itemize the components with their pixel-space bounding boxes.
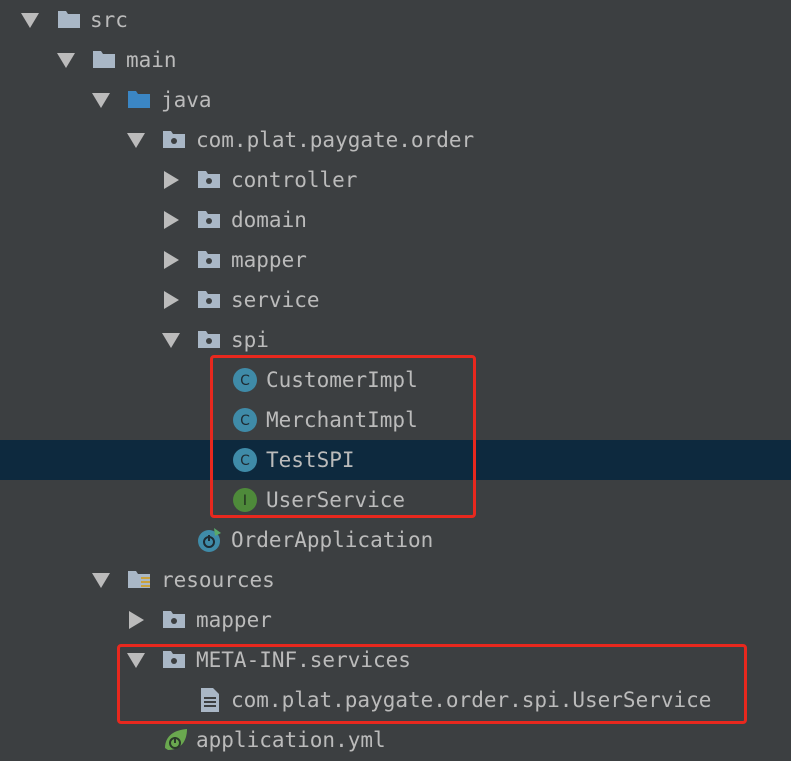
tree-row-res-mapper[interactable]: mapper xyxy=(0,600,791,640)
tree-row-mapper[interactable]: mapper xyxy=(0,240,791,280)
spring-boot-app-icon xyxy=(198,528,221,552)
tree-label-resources: resources xyxy=(161,568,275,592)
expand-arrow-icon[interactable] xyxy=(21,13,39,28)
collapse-arrow-icon[interactable] xyxy=(164,171,179,189)
collapse-arrow-icon[interactable] xyxy=(164,251,179,269)
tree-row-package[interactable]: com.plat.paygate.order xyxy=(0,120,791,160)
tree-label-controller: controller xyxy=(231,168,358,192)
tree-row-order-application[interactable]: OrderApplication xyxy=(0,520,791,560)
highlight-box-spi-classes xyxy=(210,355,476,518)
package-folder-icon xyxy=(198,291,220,308)
tree-label-package: com.plat.paygate.order xyxy=(196,128,475,152)
tree-label-application-yml: application.yml xyxy=(196,728,386,752)
package-folder-icon xyxy=(198,171,220,188)
resources-root-folder-icon xyxy=(128,571,150,588)
source-root-folder-icon xyxy=(128,91,150,108)
collapse-arrow-icon[interactable] xyxy=(164,211,179,229)
tree-row-spi[interactable]: spi xyxy=(0,320,791,360)
expand-arrow-icon[interactable] xyxy=(92,93,110,108)
expand-arrow-icon[interactable] xyxy=(57,53,75,68)
package-folder-icon xyxy=(163,611,185,628)
tree-label-order-application: OrderApplication xyxy=(231,528,434,552)
tree-row-resources[interactable]: resources xyxy=(0,560,791,600)
tree-row-src[interactable]: src xyxy=(0,0,791,40)
collapse-arrow-icon[interactable] xyxy=(129,611,144,629)
spring-leaf-icon xyxy=(165,729,187,750)
tree-label-src: src xyxy=(90,8,128,32)
tree-label-domain: domain xyxy=(231,208,307,232)
tree-label-java: java xyxy=(161,88,212,112)
package-folder-icon xyxy=(198,251,220,268)
tree-label-res-mapper: mapper xyxy=(196,608,272,632)
tree-row-domain[interactable]: domain xyxy=(0,200,791,240)
folder-icon xyxy=(93,51,115,68)
tree-label-spi: spi xyxy=(231,328,269,352)
tree-label-main: main xyxy=(126,48,177,72)
project-tree: src main java com.plat.paygate.order con… xyxy=(0,0,791,761)
folder-icon xyxy=(58,11,80,28)
tree-row-service[interactable]: service xyxy=(0,280,791,320)
package-folder-icon xyxy=(198,331,220,348)
tree-row-java[interactable]: java xyxy=(0,80,791,120)
tree-row-controller[interactable]: controller xyxy=(0,160,791,200)
package-folder-icon xyxy=(198,211,220,228)
highlight-box-meta-inf xyxy=(117,644,747,724)
collapse-arrow-icon[interactable] xyxy=(164,291,179,309)
expand-arrow-icon[interactable] xyxy=(162,333,180,348)
tree-row-main[interactable]: main xyxy=(0,40,791,80)
expand-arrow-icon[interactable] xyxy=(127,133,145,148)
tree-label-mapper: mapper xyxy=(231,248,307,272)
package-folder-icon xyxy=(163,131,185,148)
tree-row-application-yml[interactable]: application.yml xyxy=(0,720,791,760)
expand-arrow-icon[interactable] xyxy=(92,573,110,588)
tree-label-service: service xyxy=(231,288,320,312)
